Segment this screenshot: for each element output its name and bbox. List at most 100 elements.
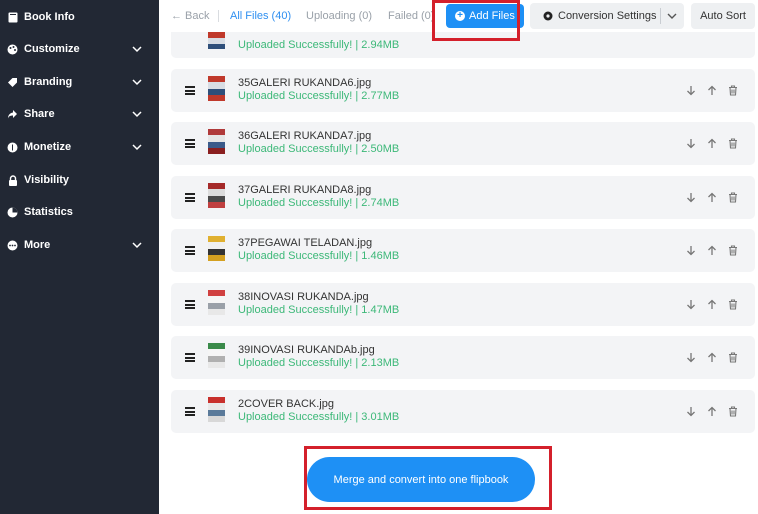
file-row[interactable]: 39INOVASI RUKANDAb.jpg Uploaded Successfu… [171,336,755,379]
file-thumbnail [208,76,225,101]
move-up-icon[interactable] [706,350,718,364]
file-thumbnail [208,236,225,261]
drag-handle-icon[interactable] [185,246,195,257]
move-down-icon[interactable] [685,350,697,364]
move-up-icon[interactable] [706,190,718,204]
merge-convert-button[interactable]: Merge and convert into one flipbook [307,457,535,502]
tab-uploading[interactable]: Uploading (0) [306,0,372,32]
sidebar-item-label: Book Info [24,11,75,23]
chart-icon [7,207,18,218]
sidebar-item-label: Statistics [24,206,73,218]
sidebar-item-customize[interactable]: Customize [0,33,159,65]
sidebar-item-share[interactable]: Share [0,98,159,130]
sidebar-item-more[interactable]: More [0,229,159,261]
palette-icon [7,44,18,55]
chevron-down-icon [132,240,142,252]
conversion-settings-label: Conversion Settings [558,10,657,22]
back-link[interactable]: ← Back [171,0,210,32]
sidebar-item-label: Customize [24,43,80,55]
file-row[interactable]: 37GALERI RUKANDA8.jpg Uploaded Successful… [171,176,755,219]
sidebar-item-monetize[interactable]: Monetize [0,131,159,163]
file-thumbnail [208,290,225,315]
move-up-icon[interactable] [706,297,718,311]
move-up-icon[interactable] [706,243,718,257]
file-status: Uploaded Successfully! | 3.01MB [238,411,400,423]
divider [660,8,661,24]
move-up-icon[interactable] [706,136,718,150]
move-down-icon[interactable] [685,190,697,204]
coin-icon [7,142,18,153]
sidebar: Book Info Customize Branding Share Monet… [0,0,159,514]
file-status: Uploaded Successfully! | 2.77MB [238,90,400,102]
divider [218,10,219,22]
sidebar-item-statistics[interactable]: Statistics [0,196,159,228]
sidebar-item-label: More [24,239,51,251]
drag-handle-icon[interactable] [185,300,195,311]
sidebar-item-book-info[interactable]: Book Info [0,1,159,33]
file-name: 37GALERI RUKANDA8.jpg [238,184,372,196]
tab-all-files[interactable]: All Files (40) [230,0,291,32]
file-thumbnail [208,397,225,422]
file-row[interactable]: 2COVER BACK.jpg Uploaded Successfully! | … [171,390,755,433]
drag-handle-icon[interactable] [185,193,195,204]
tab-failed[interactable]: Failed (0) [388,0,434,32]
chevron-down-icon [132,142,142,154]
sidebar-item-visibility[interactable]: Visibility [0,164,159,196]
trash-icon[interactable] [727,350,739,364]
trash-icon[interactable] [727,83,739,97]
sidebar-item-label: Share [24,108,55,120]
chevron-down-icon [132,44,142,56]
chevron-down-icon [132,77,142,89]
file-thumbnail [208,343,225,368]
file-name: 36GALERI RUKANDA7.jpg [238,130,372,142]
trash-icon[interactable] [727,136,739,150]
drag-handle-icon[interactable] [185,86,195,97]
chevron-down-icon [132,109,142,121]
tag-icon [7,77,18,88]
sidebar-item-branding[interactable]: Branding [0,66,159,98]
lock-icon [7,174,18,186]
conversion-settings-button[interactable]: Conversion Settings [530,3,684,29]
settings-icon [543,11,553,21]
trash-icon[interactable] [727,297,739,311]
drag-handle-icon[interactable] [185,353,195,364]
file-status: Uploaded Successfully! | 2.94MB [238,39,400,51]
file-row[interactable]: 36GALERI RUKANDA7.jpg Uploaded Successful… [171,122,755,165]
file-row[interactable]: 37PEGAWAI TELADAN.jpg Uploaded Successful… [171,229,755,272]
move-down-icon[interactable] [685,297,697,311]
file-status: Uploaded Successfully! | 1.46MB [238,250,400,262]
move-up-icon[interactable] [706,404,718,418]
move-down-icon[interactable] [685,136,697,150]
file-status: Uploaded Successfully! | 1.47MB [238,304,400,316]
file-row[interactable]: 35GALERI RUKANDA6.jpg Uploaded Successful… [171,69,755,112]
file-status: Uploaded Successfully! | 2.74MB [238,197,400,209]
trash-icon[interactable] [727,243,739,257]
file-thumbnail [208,31,225,49]
move-down-icon[interactable] [685,243,697,257]
sidebar-item-label: Branding [24,76,73,88]
more-icon [7,240,18,251]
file-name: 39INOVASI RUKANDAb.jpg [238,344,375,356]
sidebar-item-label: Monetize [24,141,72,153]
file-name: 37PEGAWAI TELADAN.jpg [238,237,373,249]
move-up-icon[interactable] [706,83,718,97]
file-thumbnail [208,183,225,208]
file-name: 35GALERI RUKANDA6.jpg [238,77,372,89]
move-down-icon[interactable] [685,83,697,97]
sidebar-item-label: Visibility [24,174,70,186]
drag-handle-icon[interactable] [185,407,195,418]
book-icon [7,12,18,23]
file-status: Uploaded Successfully! | 2.13MB [238,357,400,369]
trash-icon[interactable] [727,404,739,418]
file-name: 38INOVASI RUKANDA.jpg [238,291,369,303]
highlight-box [432,0,520,41]
drag-handle-icon[interactable] [185,139,195,150]
share-icon [7,109,18,120]
file-name: 2COVER BACK.jpg [238,398,334,410]
file-row[interactable]: 38INOVASI RUKANDA.jpg Uploaded Successful… [171,283,755,326]
file-thumbnail [208,129,225,154]
chevron-down-icon[interactable] [667,13,677,20]
trash-icon[interactable] [727,190,739,204]
auto-sort-button[interactable]: Auto Sort [691,3,755,29]
move-down-icon[interactable] [685,404,697,418]
